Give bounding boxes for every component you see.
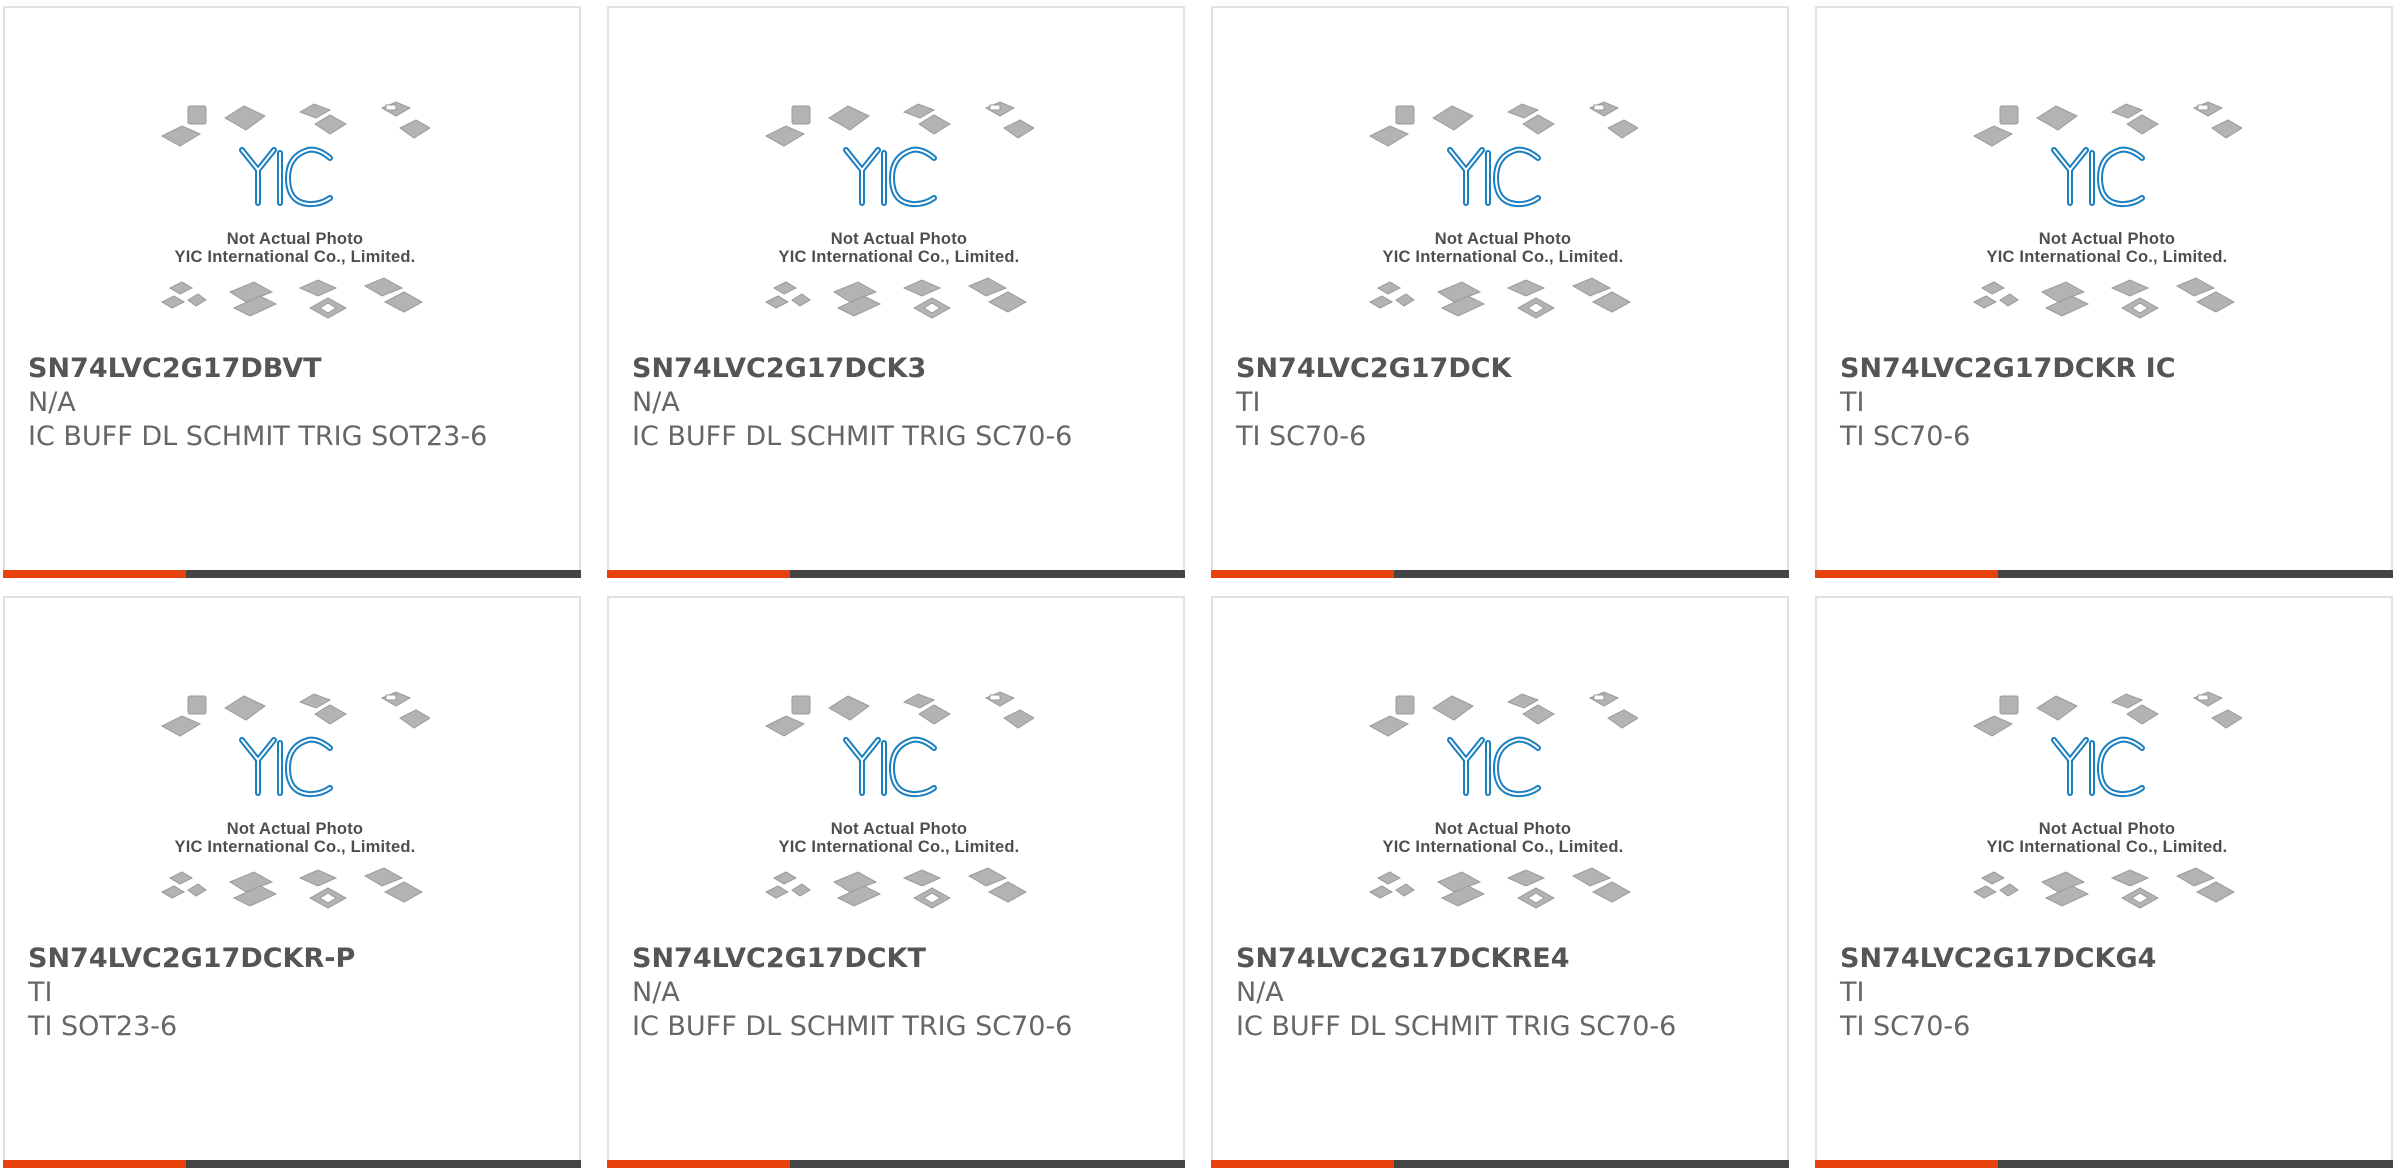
product-card[interactable]: Not Actual Photo YIC International Co., … — [1211, 6, 1789, 578]
product-part-number[interactable]: SN74LVC2G17DBVT — [28, 352, 565, 386]
card-accent-bar — [1211, 570, 1394, 578]
card-accent-bar — [1815, 570, 1998, 578]
product-manufacturer: TI — [1236, 387, 1261, 418]
product-info: SN74LVC2G17DBVT N/A IC BUFF DL SCHMIT TR… — [28, 352, 565, 454]
product-description: TI SC70-6 — [1840, 421, 1971, 452]
watermark-not-actual-photo: Not Actual Photo — [1434, 820, 1572, 838]
watermark-not-actual-photo: Not Actual Photo — [830, 230, 968, 248]
watermark-company-name: YIC International Co., Limited. — [174, 838, 416, 856]
product-card[interactable]: Not Actual Photo YIC International Co., … — [607, 6, 1185, 578]
product-part-number[interactable]: SN74LVC2G17DCKT — [632, 942, 1169, 976]
product-description: TI SOT23-6 — [28, 1011, 178, 1042]
product-description: IC BUFF DL SCHMIT TRIG SC70-6 — [632, 1011, 1073, 1042]
product-placeholder-image[interactable]: Not Actual Photo YIC International Co., … — [1368, 98, 1639, 338]
product-card[interactable]: Not Actual Photo YIC International Co., … — [1815, 596, 2393, 1168]
watermark-not-actual-photo: Not Actual Photo — [1434, 230, 1572, 248]
ic-packages-illustration — [1972, 101, 2243, 319]
product-part-number[interactable]: SN74LVC2G17DCK3 — [632, 352, 1169, 386]
card-bottom-bar — [3, 570, 581, 578]
ic-packages-illustration — [160, 101, 431, 319]
product-info: SN74LVC2G17DCKR IC TI TI SC70-6 — [1840, 352, 2377, 454]
watermark-company-name: YIC International Co., Limited. — [1986, 248, 2228, 266]
ic-packages-illustration — [1368, 101, 1639, 319]
card-bottom-bar — [607, 570, 1185, 578]
product-part-number[interactable]: SN74LVC2G17DCKG4 — [1840, 942, 2377, 976]
product-card[interactable]: Not Actual Photo YIC International Co., … — [1815, 6, 2393, 578]
product-info: SN74LVC2G17DCKR-P TI TI SOT23-6 — [28, 942, 565, 1044]
product-card[interactable]: Not Actual Photo YIC International Co., … — [3, 6, 581, 578]
product-placeholder-image[interactable]: Not Actual Photo YIC International Co., … — [1972, 98, 2243, 338]
product-info: SN74LVC2G17DCKG4 TI TI SC70-6 — [1840, 942, 2377, 1044]
product-description: TI SC70-6 — [1840, 1011, 1971, 1042]
watermark-company-name: YIC International Co., Limited. — [778, 248, 1020, 266]
product-info: SN74LVC2G17DCK3 N/A IC BUFF DL SCHMIT TR… — [632, 352, 1169, 454]
watermark-not-actual-photo: Not Actual Photo — [2038, 820, 2176, 838]
product-manufacturer: N/A — [632, 387, 680, 418]
card-bottom-bar — [1211, 570, 1789, 578]
product-part-number[interactable]: SN74LVC2G17DCKRE4 — [1236, 942, 1773, 976]
product-part-number[interactable]: SN74LVC2G17DCKR-P — [28, 942, 565, 976]
product-manufacturer: TI — [1840, 977, 1865, 1008]
product-placeholder-image[interactable]: Not Actual Photo YIC International Co., … — [160, 688, 431, 928]
product-manufacturer: N/A — [632, 977, 680, 1008]
watermark-not-actual-photo: Not Actual Photo — [2038, 230, 2176, 248]
product-manufacturer: TI — [28, 977, 53, 1008]
ic-packages-illustration — [160, 691, 431, 909]
watermark-company-name: YIC International Co., Limited. — [174, 248, 416, 266]
ic-packages-illustration — [1972, 691, 2243, 909]
product-manufacturer: N/A — [1236, 977, 1284, 1008]
product-info: SN74LVC2G17DCKRE4 N/A IC BUFF DL SCHMIT … — [1236, 942, 1773, 1044]
product-description: TI SC70-6 — [1236, 421, 1367, 452]
watermark-not-actual-photo: Not Actual Photo — [226, 820, 364, 838]
product-info: SN74LVC2G17DCK TI TI SC70-6 — [1236, 352, 1773, 454]
product-description: IC BUFF DL SCHMIT TRIG SC70-6 — [1236, 1011, 1677, 1042]
product-grid: Not Actual Photo YIC International Co., … — [3, 6, 2393, 1168]
product-manufacturer: N/A — [28, 387, 76, 418]
product-manufacturer: TI — [1840, 387, 1865, 418]
product-placeholder-image[interactable]: Not Actual Photo YIC International Co., … — [764, 688, 1035, 928]
product-card[interactable]: Not Actual Photo YIC International Co., … — [1211, 596, 1789, 1168]
ic-packages-illustration — [764, 101, 1035, 319]
watermark-company-name: YIC International Co., Limited. — [1382, 248, 1624, 266]
ic-packages-illustration — [1368, 691, 1639, 909]
product-part-number[interactable]: SN74LVC2G17DCK — [1236, 352, 1773, 386]
product-placeholder-image[interactable]: Not Actual Photo YIC International Co., … — [160, 98, 431, 338]
product-card[interactable]: Not Actual Photo YIC International Co., … — [3, 596, 581, 1168]
watermark-company-name: YIC International Co., Limited. — [1986, 838, 2228, 856]
product-info: SN74LVC2G17DCKT N/A IC BUFF DL SCHMIT TR… — [632, 942, 1169, 1044]
card-accent-bar — [607, 570, 790, 578]
card-bottom-bar — [1815, 570, 2393, 578]
product-card[interactable]: Not Actual Photo YIC International Co., … — [607, 596, 1185, 1168]
product-description: IC BUFF DL SCHMIT TRIG SOT23-6 — [28, 421, 488, 452]
card-accent-bar — [3, 570, 186, 578]
product-part-number[interactable]: SN74LVC2G17DCKR IC — [1840, 352, 2377, 386]
ic-packages-illustration — [764, 691, 1035, 909]
product-placeholder-image[interactable]: Not Actual Photo YIC International Co., … — [764, 98, 1035, 338]
product-placeholder-image[interactable]: Not Actual Photo YIC International Co., … — [1368, 688, 1639, 928]
product-placeholder-image[interactable]: Not Actual Photo YIC International Co., … — [1972, 688, 2243, 928]
product-description: IC BUFF DL SCHMIT TRIG SC70-6 — [632, 421, 1073, 452]
watermark-company-name: YIC International Co., Limited. — [778, 838, 1020, 856]
watermark-company-name: YIC International Co., Limited. — [1382, 838, 1624, 856]
watermark-not-actual-photo: Not Actual Photo — [226, 230, 364, 248]
watermark-not-actual-photo: Not Actual Photo — [830, 820, 968, 838]
